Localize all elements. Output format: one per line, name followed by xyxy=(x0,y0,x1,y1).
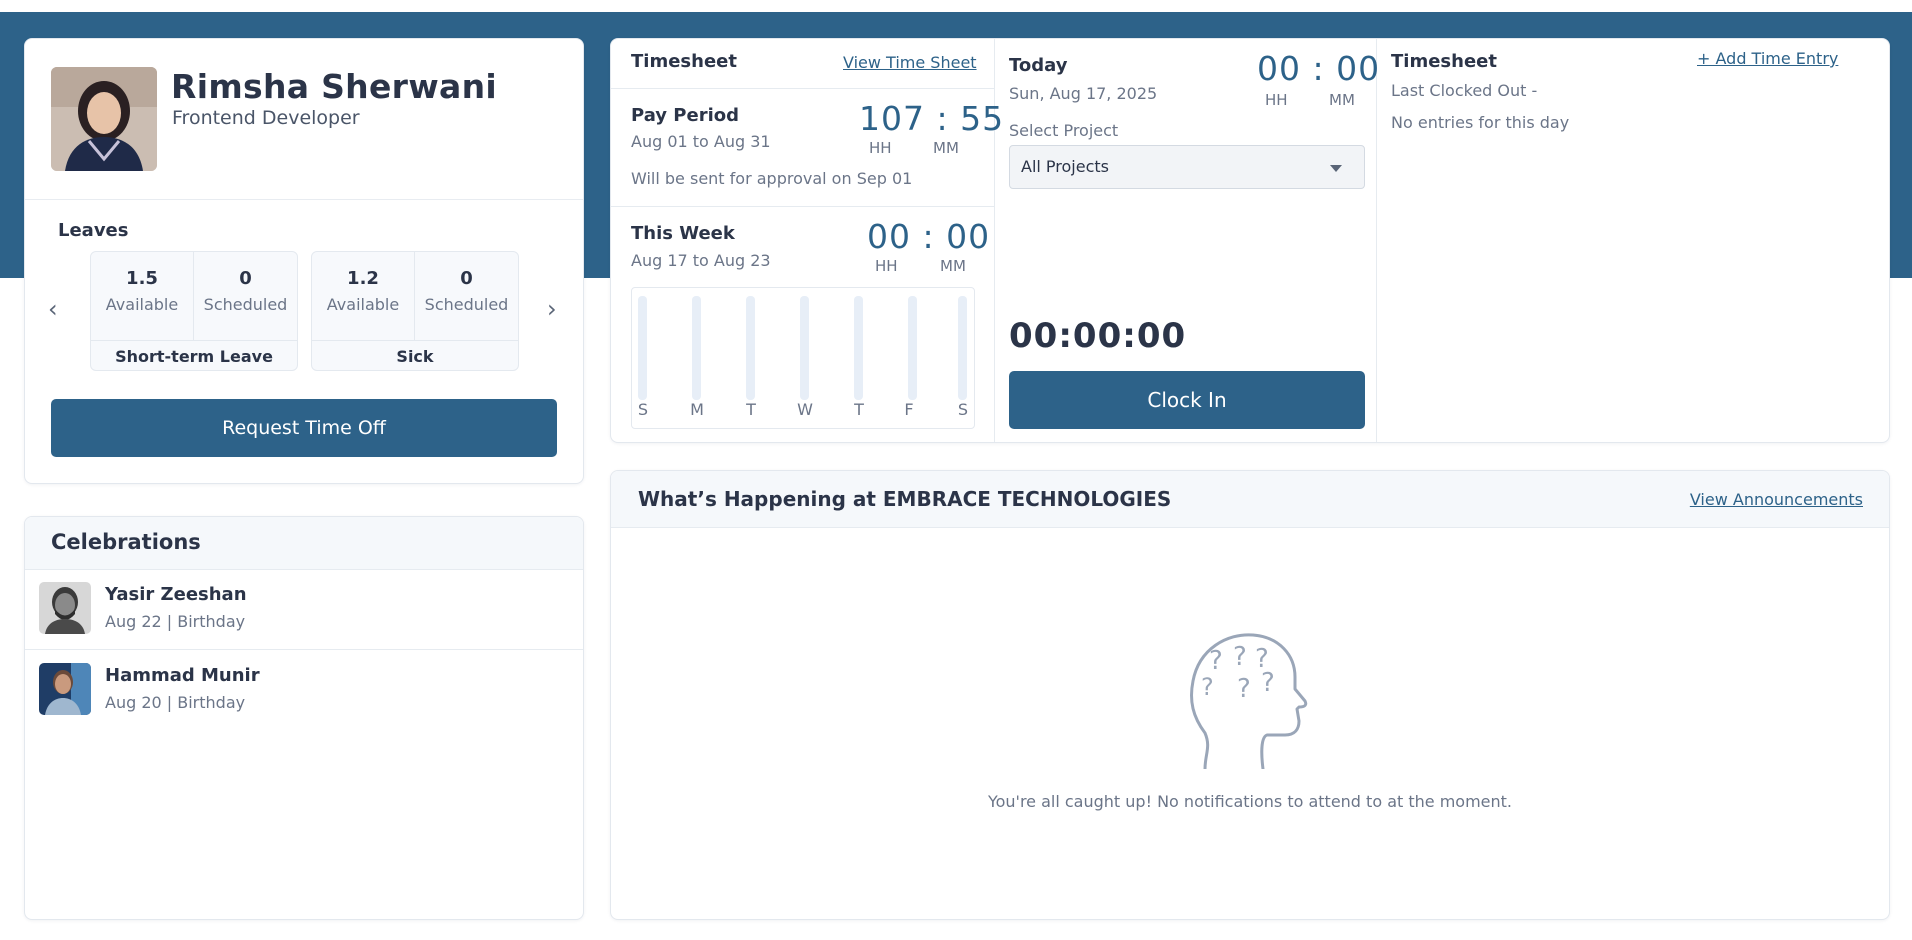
project-select-value: All Projects xyxy=(1021,157,1109,176)
request-time-off-button[interactable]: Request Time Off xyxy=(51,399,557,457)
announcements-empty-text: You're all caught up! No notifications t… xyxy=(987,792,1513,811)
time-entries-panel: Timesheet + Add Time Entry Last Clocked … xyxy=(1377,39,1889,442)
add-time-entry-link[interactable]: + Add Time Entry xyxy=(1697,49,1838,68)
pay-period-hours: 107 : 55 xyxy=(859,99,1005,138)
pay-period-title: Pay Period xyxy=(631,105,739,126)
divider xyxy=(611,88,994,89)
celebration-name: Hammad Munir xyxy=(105,665,260,686)
timesheet-summary: Timesheet View Time Sheet Pay Period Aug… xyxy=(611,39,1003,442)
minutes-unit: MM xyxy=(933,139,959,157)
today-title: Today xyxy=(1009,55,1068,76)
day-label: M xyxy=(690,400,704,419)
view-announcements-link[interactable]: View Announcements xyxy=(1690,490,1863,509)
leave-scheduled-value: 0 xyxy=(239,268,252,289)
this-week-range: Aug 17 to Aug 23 xyxy=(631,251,771,270)
announcements-card: What’s Happening at EMBRACE TECHNOLOGIES… xyxy=(610,470,1890,920)
chevron-left-icon[interactable]: ‹ xyxy=(48,297,58,321)
day-bar xyxy=(746,296,755,400)
day-label: W xyxy=(797,400,813,419)
this-week-hours: 00 : 00 xyxy=(867,217,991,256)
last-clocked-out: Last Clocked Out - xyxy=(1391,81,1538,100)
profile-card: Rimsha Sherwani Frontend Developer Leave… xyxy=(24,38,584,484)
divider xyxy=(611,206,994,207)
avatar xyxy=(51,67,157,171)
leave-available: 1.5 Available xyxy=(91,252,194,340)
day-label: T xyxy=(746,400,756,419)
leave-available-value: 1.2 xyxy=(347,268,379,289)
chevron-right-icon[interactable]: › xyxy=(547,297,557,321)
leave-scheduled-value: 0 xyxy=(460,268,473,289)
day-label: F xyxy=(904,400,914,419)
list-item[interactable]: Yasir Zeeshan Aug 22 | Birthday xyxy=(25,570,583,650)
celebrations-title: Celebrations xyxy=(51,530,201,554)
celebration-detail: Aug 20 | Birthday xyxy=(105,693,246,712)
entries-empty-text: No entries for this day xyxy=(1391,113,1570,132)
timesheet-card: Timesheet View Time Sheet Pay Period Aug… xyxy=(610,38,1890,443)
clock-in-button[interactable]: Clock In xyxy=(1009,371,1365,429)
leave-balance-card: 1.5 Available 0 Scheduled Short-term Lea… xyxy=(90,251,298,371)
leave-scheduled-label: Scheduled xyxy=(424,295,509,314)
leave-type-name: Sick xyxy=(312,340,518,372)
day-label: T xyxy=(854,400,864,419)
today-panel: Today Sun, Aug 17, 2025 00 : 00 HH MM Se… xyxy=(995,39,1381,442)
celebrations-card: Celebrations Yasir Zeeshan Aug 22 | Birt… xyxy=(24,516,584,920)
svg-text:?: ? xyxy=(1237,674,1251,704)
hours-unit: HH xyxy=(869,139,892,157)
svg-text:?: ? xyxy=(1209,646,1223,676)
avatar xyxy=(39,663,91,715)
leave-available-label: Available xyxy=(105,295,179,314)
today-date: Sun, Aug 17, 2025 xyxy=(1009,84,1158,103)
today-hours: 00 : 00 xyxy=(1257,49,1381,88)
project-select[interactable]: All Projects xyxy=(1009,145,1365,189)
day-bar xyxy=(958,296,967,400)
entries-title: Timesheet xyxy=(1391,51,1497,72)
approval-note: Will be sent for approval on Sep 01 xyxy=(631,169,913,188)
announcements-title: What’s Happening at EMBRACE TECHNOLOGIES xyxy=(638,487,1172,511)
weekly-hours-chart: S M T W T F S xyxy=(631,287,975,429)
leave-available-value: 1.5 xyxy=(126,268,158,289)
svg-text:?: ? xyxy=(1201,673,1214,701)
leave-available-label: Available xyxy=(326,295,400,314)
svg-text:?: ? xyxy=(1233,642,1247,672)
hours-unit: HH xyxy=(875,257,898,275)
pay-period-range: Aug 01 to Aug 31 xyxy=(631,132,771,151)
announcements-header: What’s Happening at EMBRACE TECHNOLOGIES… xyxy=(611,471,1889,528)
hours-unit: HH xyxy=(1265,91,1288,109)
avatar xyxy=(39,582,91,634)
leave-type-name: Short-term Leave xyxy=(91,340,297,372)
leave-scheduled-label: Scheduled xyxy=(203,295,288,314)
caret-down-icon xyxy=(1330,165,1342,172)
leave-scheduled: 0 Scheduled xyxy=(194,252,297,340)
clock-timer: 00:00:00 xyxy=(1009,316,1187,356)
minutes-unit: MM xyxy=(940,257,966,275)
leave-scheduled: 0 Scheduled xyxy=(415,252,518,340)
minutes-unit: MM xyxy=(1329,91,1355,109)
leave-available: 1.2 Available xyxy=(312,252,415,340)
svg-text:?: ? xyxy=(1261,668,1275,698)
profile-name: Rimsha Sherwani xyxy=(171,67,497,106)
select-project-label: Select Project xyxy=(1009,121,1119,140)
day-label: S xyxy=(957,400,969,419)
day-bar xyxy=(854,296,863,400)
day-bar xyxy=(908,296,917,400)
day-bar xyxy=(800,296,809,400)
celebration-detail: Aug 22 | Birthday xyxy=(105,612,246,631)
profile-header: Rimsha Sherwani Frontend Developer xyxy=(25,39,583,200)
day-label: S xyxy=(637,400,649,419)
leaves-title: Leaves xyxy=(58,220,129,241)
this-week-title: This Week xyxy=(631,223,735,244)
celebration-name: Yasir Zeeshan xyxy=(105,584,247,605)
profile-role: Frontend Developer xyxy=(172,107,360,129)
timesheet-title: Timesheet xyxy=(631,51,737,72)
list-item[interactable]: Hammad Munir Aug 20 | Birthday xyxy=(25,651,583,731)
thinking-head-icon: ? ? ? ? ? ? xyxy=(1187,629,1317,771)
leave-balance-card: 1.2 Available 0 Scheduled Sick xyxy=(311,251,519,371)
view-time-sheet-link[interactable]: View Time Sheet xyxy=(843,53,977,72)
day-bar xyxy=(638,296,647,400)
celebrations-header: Celebrations xyxy=(25,517,583,570)
day-bar xyxy=(692,296,701,400)
